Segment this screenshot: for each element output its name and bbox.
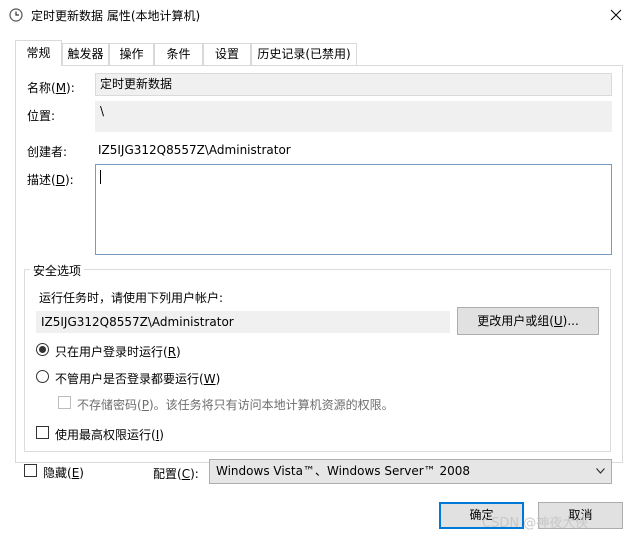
tab-history[interactable]: 历史记录(已禁用) [251, 43, 357, 65]
watermark: CSDN @神夜大侠 [482, 516, 589, 531]
chevron-down-icon [596, 468, 605, 474]
tab-conditions[interactable]: 条件 [154, 43, 203, 65]
run-as-user-field: IZ5IJG312Q8557Z\Administrator [36, 311, 450, 333]
author-label: 创建者: [27, 145, 68, 159]
security-options-title: 安全选项 [30, 262, 85, 279]
tab-label: 设置 [214, 47, 239, 61]
name-field[interactable]: 定时更新数据 [95, 73, 612, 96]
radio-any-label: 不管用户是否登录都要运行(W) [55, 372, 221, 386]
tab-label: 历史记录(已禁用) [257, 47, 351, 61]
window-title: 定时更新数据 属性(本地计算机) [31, 9, 201, 23]
hidden-label: 隐藏(E) [43, 466, 84, 480]
location-field: \ [95, 101, 612, 132]
checkbox[interactable] [24, 464, 37, 477]
tab-label: 常规 [26, 46, 51, 60]
description-input[interactable] [95, 164, 612, 255]
radio-button-checked[interactable] [36, 343, 49, 356]
highest-privileges-label: 使用最高权限运行(I) [55, 428, 164, 442]
description-label: 描述(D): [27, 173, 74, 187]
radio-button[interactable] [36, 370, 49, 383]
close-button[interactable] [598, 0, 634, 30]
tab-triggers[interactable]: 触发器 [62, 43, 109, 65]
tab-settings[interactable]: 设置 [203, 43, 251, 65]
run-as-label: 运行任务时，请使用下列用户帐户: [39, 291, 224, 305]
do-not-store-label: 不存储密码(P)。该任务将只有访问本地计算机资源的权限。 [77, 398, 394, 412]
text-caret [100, 170, 101, 184]
tab-general[interactable]: 常规 [15, 40, 62, 66]
checkbox[interactable] [36, 426, 49, 439]
change-user-button[interactable]: 更改用户或组(U)... [457, 307, 599, 335]
clock-icon [9, 8, 23, 22]
tab-label: 触发器 [67, 47, 104, 61]
close-icon [610, 9, 622, 21]
tab-label: 操作 [119, 47, 144, 61]
title-bar[interactable]: 定时更新数据 属性(本地计算机) [0, 0, 634, 30]
name-label: 名称(M): [27, 81, 75, 95]
tab-actions[interactable]: 操作 [109, 43, 154, 65]
tab-label: 条件 [166, 47, 191, 61]
checkbox-disabled[interactable] [58, 396, 71, 409]
configure-for-label: 配置(C): [153, 467, 199, 481]
configure-for-select[interactable]: Windows Vista™、Windows Server™ 2008 [209, 459, 612, 484]
author-value: IZ5IJG312Q8557Z\Administrator [98, 143, 291, 157]
radio-logged-on-label: 只在用户登录时运行(R) [55, 345, 181, 359]
configure-for-value: Windows Vista™、Windows Server™ 2008 [216, 464, 471, 478]
location-label: 位置: [27, 109, 56, 123]
